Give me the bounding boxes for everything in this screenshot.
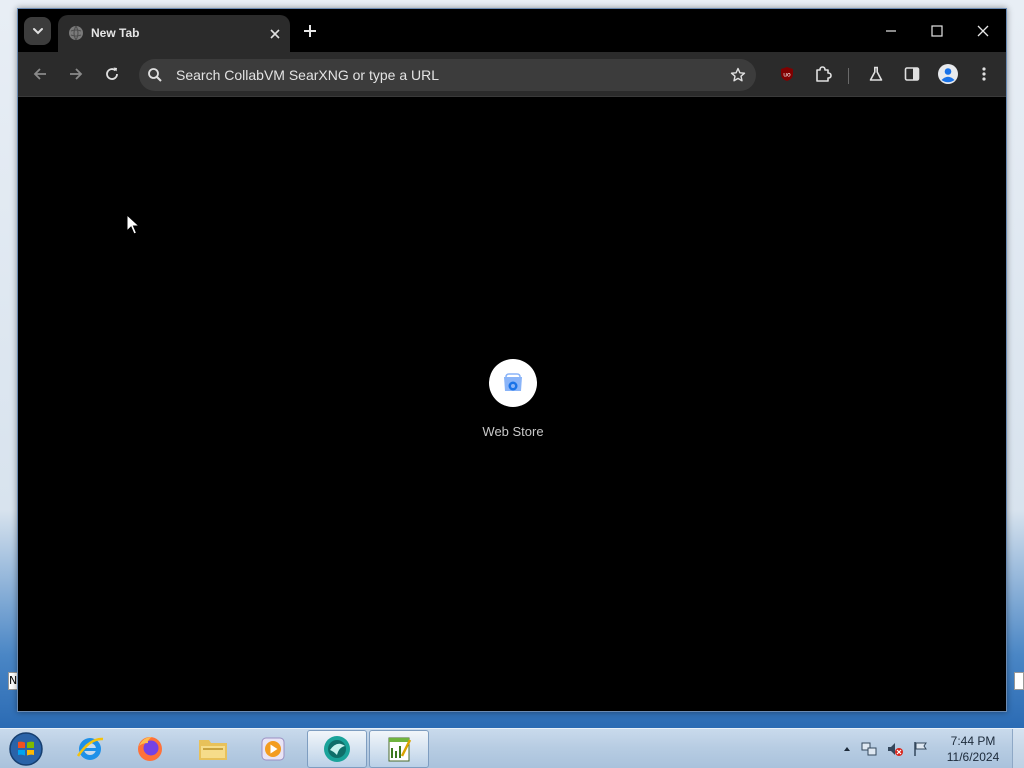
taskbar-file-explorer[interactable] xyxy=(183,730,243,768)
side-panel-button[interactable] xyxy=(898,60,926,88)
collabvm-icon xyxy=(324,736,350,762)
tab-search-button[interactable] xyxy=(24,17,51,45)
globe-icon xyxy=(69,25,83,41)
close-icon xyxy=(977,25,989,37)
system-tray xyxy=(842,737,930,761)
shortcut-web-store[interactable]: Web Store xyxy=(473,359,553,449)
back-button[interactable] xyxy=(26,60,54,88)
firefox-icon xyxy=(138,737,162,761)
svg-text:uo: uo xyxy=(783,72,791,79)
extensions-button[interactable] xyxy=(809,60,837,88)
taskbar-media-player[interactable] xyxy=(243,730,303,768)
address-bar-placeholder: Search CollabVM SearXNG or type a URL xyxy=(176,67,439,83)
tab-new-tab[interactable]: New Tab xyxy=(58,15,290,52)
new-tab-button[interactable] xyxy=(298,19,322,43)
show-hidden-icons-icon[interactable] xyxy=(842,744,852,754)
flask-icon xyxy=(869,66,883,81)
reload-icon xyxy=(106,67,118,80)
folder-icon xyxy=(199,740,227,760)
media-player-icon xyxy=(261,737,285,761)
shortcut-tile xyxy=(489,359,537,407)
taskbar-collabvm-app[interactable] xyxy=(307,730,367,768)
ublock-origin-icon: uo xyxy=(781,67,793,81)
web-store-icon xyxy=(504,373,522,391)
side-panel-icon xyxy=(904,67,920,81)
action-center-flag-icon[interactable] xyxy=(912,740,930,758)
tab-title: New Tab xyxy=(91,26,140,40)
puzzle-piece-icon xyxy=(816,66,832,82)
windows-start-orb-icon xyxy=(9,732,43,766)
maximize-icon xyxy=(931,25,943,37)
show-desktop-button[interactable] xyxy=(1012,729,1024,768)
taskbar: 7:44 PM 11/6/2024 xyxy=(0,728,1024,768)
close-icon xyxy=(270,29,280,39)
kebab-menu-icon xyxy=(982,67,986,81)
tab-strip: New Tab xyxy=(18,9,1006,52)
shortcut-label: Web Store xyxy=(482,424,544,439)
volume-muted-icon[interactable] xyxy=(886,740,904,758)
chrome-menu-button[interactable] xyxy=(970,60,998,88)
internet-explorer-icon xyxy=(76,737,104,760)
browser-window: New Tab Search CollabVM SearXNG or type … xyxy=(17,8,1007,712)
minimize-icon xyxy=(886,30,896,32)
mouse-pointer-icon xyxy=(126,214,140,235)
clock-time: 7:44 PM xyxy=(950,734,996,748)
star-icon xyxy=(730,67,746,82)
background-window-text: N xyxy=(9,674,18,687)
arrow-left-icon xyxy=(33,68,46,80)
profile-button[interactable] xyxy=(934,60,962,88)
bookmark-star-button[interactable] xyxy=(726,63,750,87)
network-icon[interactable] xyxy=(860,740,878,758)
minimize-button[interactable] xyxy=(868,15,914,47)
labs-button[interactable] xyxy=(862,60,890,88)
forward-button[interactable] xyxy=(62,60,90,88)
notepad-chart-icon xyxy=(388,737,412,762)
reload-button[interactable] xyxy=(98,60,126,88)
avatar-icon xyxy=(938,64,958,84)
address-bar[interactable]: Search CollabVM SearXNG or type a URL xyxy=(139,59,756,91)
taskbar-internet-explorer[interactable] xyxy=(60,730,120,768)
ublock-extension-button[interactable]: uo xyxy=(773,60,801,88)
start-button[interactable] xyxy=(6,730,46,768)
taskbar-notepad-chart-app[interactable] xyxy=(369,730,429,768)
system-clock[interactable]: 7:44 PM 11/6/2024 xyxy=(940,733,1006,765)
background-window-fragment-right xyxy=(1014,672,1024,690)
arrow-right-icon xyxy=(70,68,83,80)
close-window-button[interactable] xyxy=(960,15,1006,47)
clock-date: 11/6/2024 xyxy=(946,750,1000,764)
taskbar-firefox[interactable] xyxy=(120,730,180,768)
tab-close-button[interactable] xyxy=(264,23,286,45)
chevron-down-icon xyxy=(32,28,43,35)
toolbar-divider xyxy=(848,68,849,84)
maximize-button[interactable] xyxy=(914,15,960,47)
search-icon xyxy=(148,68,162,82)
plus-icon xyxy=(304,25,316,37)
browser-toolbar: Search CollabVM SearXNG or type a URL uo xyxy=(18,52,1006,96)
new-tab-page: Web Store xyxy=(18,97,1006,711)
